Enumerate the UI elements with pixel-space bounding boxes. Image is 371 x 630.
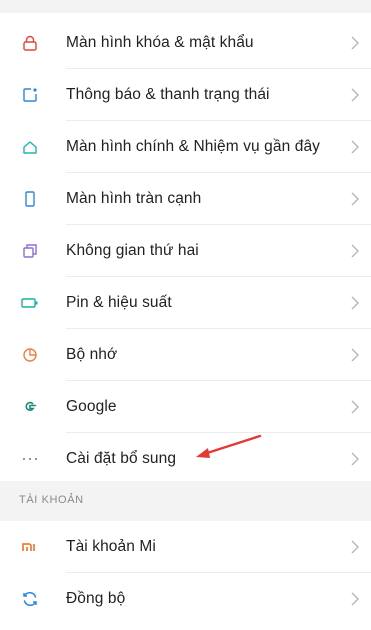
- notification-icon: [14, 69, 46, 120]
- second-space-icon: [14, 225, 46, 276]
- storage-icon: [14, 329, 46, 380]
- annotation-arrow-icon: [196, 434, 262, 458]
- settings-item-label: Cài đặt bổ sung: [66, 449, 177, 467]
- chevron-right-icon: [349, 121, 361, 172]
- settings-item-label: Thông báo & thanh trạng thái: [66, 85, 270, 103]
- settings-item-mi-account[interactable]: Tài khoản Mi: [0, 521, 371, 572]
- settings-item-battery[interactable]: Pin & hiệu suất: [0, 277, 371, 328]
- google-icon: [14, 381, 46, 432]
- settings-item-full-screen[interactable]: Màn hình tràn cạnh: [0, 173, 371, 224]
- sync-icon: [14, 573, 46, 624]
- home-icon: [14, 121, 46, 172]
- chevron-right-icon: [349, 173, 361, 224]
- phone-icon: [14, 173, 46, 224]
- accounts-card: Tài khoản Mi Đồng bộ: [0, 521, 371, 630]
- settings-item-lock-screen[interactable]: Màn hình khóa & mật khẩu: [0, 17, 371, 68]
- battery-icon: [14, 277, 46, 328]
- settings-item-label: Google: [66, 397, 117, 415]
- top-strip: [0, 0, 371, 13]
- chevron-right-icon: [349, 433, 361, 484]
- chevron-right-icon: [349, 69, 361, 120]
- settings-item-label: Pin & hiệu suất: [66, 293, 172, 311]
- chevron-right-icon: [349, 573, 361, 624]
- settings-item-notifications[interactable]: Thông báo & thanh trạng thái: [0, 69, 371, 120]
- settings-card: Màn hình khóa & mật khẩu Thông báo & tha…: [0, 13, 371, 481]
- settings-item-label: Bộ nhớ: [66, 345, 118, 363]
- settings-item-label: Đồng bộ: [66, 589, 126, 607]
- section-header-accounts: TÀI KHOẢN: [19, 494, 84, 506]
- more-icon: [14, 433, 46, 484]
- settings-item-second-space[interactable]: Không gian thứ hai: [0, 225, 371, 276]
- lock-icon: [14, 17, 46, 68]
- settings-item-storage[interactable]: Bộ nhớ: [0, 329, 371, 380]
- chevron-right-icon: [349, 17, 361, 68]
- chevron-right-icon: [349, 521, 361, 572]
- settings-item-additional-settings[interactable]: Cài đặt bổ sung: [0, 433, 371, 484]
- settings-item-label: Màn hình tràn cạnh: [66, 189, 202, 207]
- chevron-right-icon: [349, 225, 361, 276]
- settings-item-label: Tài khoản Mi: [66, 537, 156, 555]
- chevron-right-icon: [349, 329, 361, 380]
- settings-item-label: Màn hình chính & Nhiệm vụ gần đây: [66, 137, 321, 155]
- settings-item-label: Màn hình khóa & mật khẩu: [66, 33, 254, 51]
- chevron-right-icon: [349, 381, 361, 432]
- settings-item-google[interactable]: Google: [0, 381, 371, 432]
- mi-icon: [14, 521, 46, 572]
- settings-item-sync[interactable]: Đồng bộ: [0, 573, 371, 624]
- chevron-right-icon: [349, 277, 361, 328]
- settings-item-home-screen[interactable]: Màn hình chính & Nhiệm vụ gần đây: [0, 121, 371, 172]
- settings-item-label: Không gian thứ hai: [66, 241, 199, 259]
